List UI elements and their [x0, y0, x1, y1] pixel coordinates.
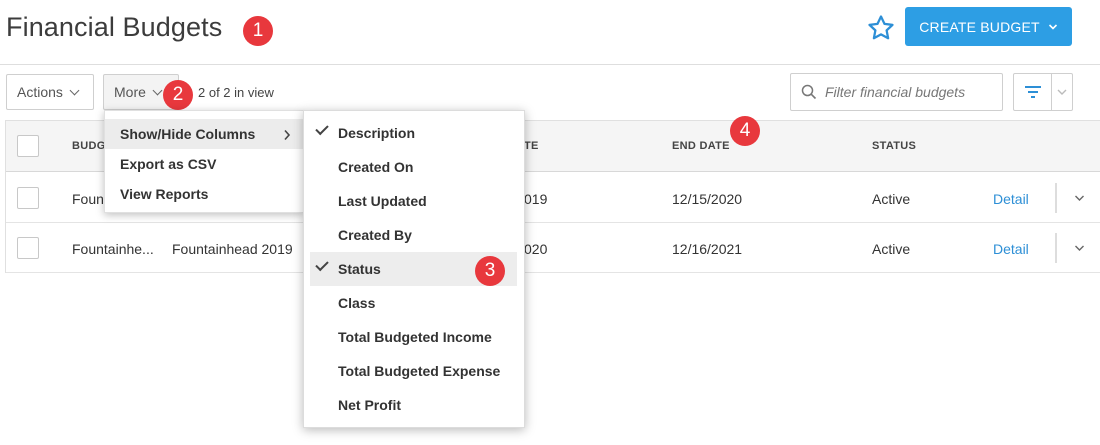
end-date: 12/16/2021	[672, 241, 743, 257]
chevron-right-icon	[284, 129, 291, 141]
filter-icon	[1024, 86, 1041, 98]
column-option-created-on[interactable]: Created On	[310, 150, 517, 184]
filter-options-button[interactable]	[1013, 73, 1073, 111]
column-option-total-budgeted-income[interactable]: Total Budgeted Income	[310, 320, 517, 354]
checkmark-icon	[315, 257, 329, 272]
actions-dropdown[interactable]: Actions	[6, 74, 94, 110]
divider	[1055, 233, 1057, 263]
chevron-down-icon	[69, 85, 80, 95]
column-option-class[interactable]: Class	[310, 286, 517, 320]
column-option-description[interactable]: Description	[310, 116, 517, 150]
budget-name: Fountainhe...	[72, 241, 154, 257]
column-header-end-date[interactable]: END DATE	[672, 140, 730, 152]
filter-search-input[interactable]: Filter financial budgets	[790, 73, 1003, 111]
search-icon	[801, 84, 817, 100]
start-date: 019	[524, 191, 548, 207]
column-header-status[interactable]: STATUS	[872, 140, 916, 152]
budget-name: Foun	[72, 191, 104, 207]
column-option-total-budgeted-expense[interactable]: Total Budgeted Expense	[310, 354, 517, 388]
select-all-checkbox[interactable]	[17, 135, 39, 157]
end-date: 12/15/2020	[672, 191, 743, 207]
detail-link[interactable]: Detail	[993, 241, 1029, 257]
header-divider	[0, 64, 1100, 65]
menu-item-view-reports[interactable]: View Reports	[105, 179, 305, 209]
favorite-star-icon[interactable]	[866, 13, 896, 43]
detail-link[interactable]: Detail	[993, 191, 1029, 207]
table-row: Fountainhe... Fountainhead 2019 020 12/1…	[6, 223, 1100, 273]
create-budget-button[interactable]: CREATE BUDGET	[905, 7, 1072, 46]
chevron-down-icon	[1048, 23, 1057, 30]
column-option-last-updated[interactable]: Last Updated	[310, 184, 517, 218]
actions-label: Actions	[17, 84, 63, 100]
annotation-badge-4: 4	[730, 116, 760, 146]
column-header-start-date[interactable]: TE	[524, 140, 539, 152]
menu-item-label: Show/Hide Columns	[120, 126, 256, 142]
menu-item-export-csv[interactable]: Export as CSV	[105, 149, 305, 179]
filter-placeholder: Filter financial budgets	[825, 84, 966, 100]
more-label: More	[114, 84, 146, 100]
status-text: Active	[872, 191, 911, 207]
annotation-badge-2: 2	[163, 80, 193, 110]
budget-description: Fountainhead 2019	[172, 241, 293, 257]
annotation-badge-3: 3	[475, 256, 505, 286]
filter-dropdown-toggle[interactable]	[1052, 74, 1072, 110]
chevron-down-icon[interactable]	[1074, 244, 1085, 252]
start-date: 020	[524, 241, 548, 257]
chevron-down-icon	[1057, 89, 1067, 95]
column-option-created-by[interactable]: Created By	[310, 218, 517, 252]
divider	[1055, 183, 1057, 213]
filter-toggle[interactable]	[1014, 74, 1052, 110]
annotation-badge-1: 1	[243, 16, 273, 46]
column-option-label: Description	[338, 125, 416, 141]
column-header-budget[interactable]: BUDG	[72, 140, 106, 152]
status-text: Active	[872, 241, 911, 257]
more-menu: Show/Hide Columns Export as CSV View Rep…	[104, 110, 305, 213]
column-option-label: Status	[338, 261, 381, 277]
page-title: Financial Budgets	[6, 12, 223, 42]
chevron-down-icon[interactable]	[1074, 194, 1085, 202]
records-in-view-count: 2 of 2 in view	[198, 85, 274, 100]
row-checkbox[interactable]	[17, 187, 39, 209]
column-option-net-profit[interactable]: Net Profit	[310, 388, 517, 422]
menu-item-show-hide-columns[interactable]: Show/Hide Columns	[105, 119, 305, 149]
row-checkbox[interactable]	[17, 237, 39, 259]
chevron-down-icon	[152, 85, 163, 95]
create-budget-label: CREATE BUDGET	[919, 18, 1040, 35]
checkmark-icon	[315, 121, 329, 136]
